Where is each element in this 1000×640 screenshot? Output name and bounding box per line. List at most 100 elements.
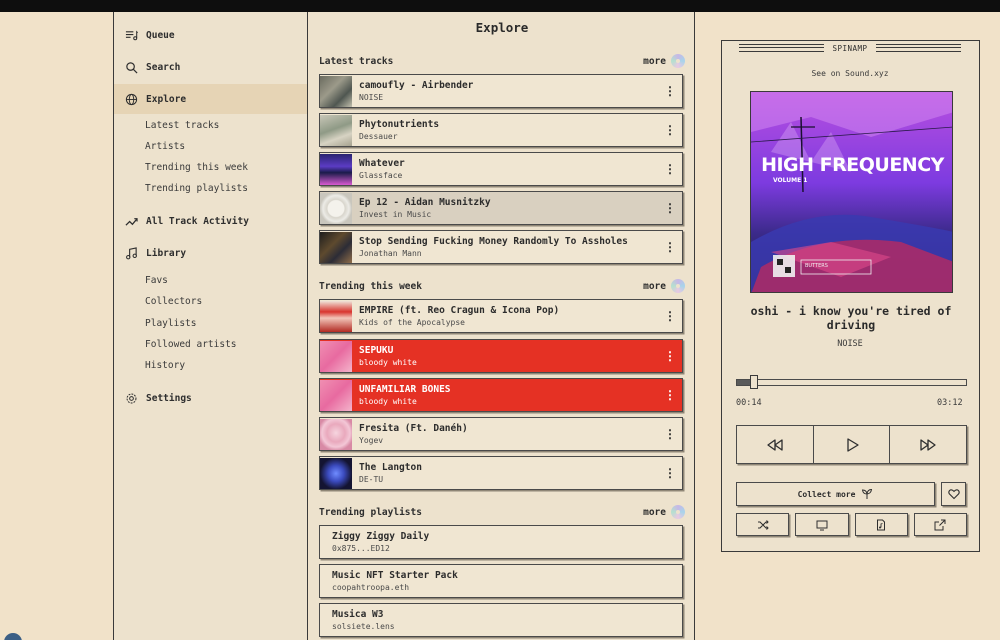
track-title: Phytonutrients: [359, 118, 440, 130]
sub-history[interactable]: History: [145, 360, 185, 376]
music-note-icon: [124, 246, 138, 260]
more-link[interactable]: more: [643, 281, 666, 292]
seek-bar[interactable]: [736, 375, 967, 389]
track-row[interactable]: EMPIRE (ft. Reo Cragun & Icona Pop) Kids …: [319, 299, 683, 333]
track-thumbnail: [320, 231, 352, 263]
player-title: SPINAMP: [832, 43, 868, 53]
more-options-icon[interactable]: ⋮: [658, 457, 682, 489]
now-playing-artist: NOISE: [837, 339, 863, 349]
playlist-row[interactable]: Ziggy Ziggy Daily 0x875...ED12: [319, 525, 683, 559]
track-row-playing[interactable]: UNFAMILIAR BONES bloody white ⋮: [319, 378, 683, 412]
more-options-icon[interactable]: ⋮: [658, 418, 682, 450]
player-widget: SPINAMP See on Sound.xyz HIGH FREQUENCY …: [721, 40, 980, 552]
fast-forward-button[interactable]: [890, 426, 966, 463]
collect-more-button[interactable]: Collect more: [736, 482, 935, 506]
track-title: UNFAMILIAR BONES: [359, 383, 451, 395]
playlist-owner: 0x875...ED12: [332, 543, 390, 553]
more-options-icon[interactable]: ⋮: [658, 379, 682, 411]
see-on-link[interactable]: See on Sound.xyz: [722, 69, 978, 78]
section-title: Trending this week: [319, 280, 422, 292]
trending-week-header: Trending this week more: [319, 278, 685, 294]
track-title: Fresita (Ft. Danéh): [359, 422, 468, 434]
more-playlists[interactable]: more: [643, 505, 685, 519]
queue-icon: [124, 28, 138, 42]
track-artist: Glassface: [359, 170, 403, 180]
cover-badge: BUTTERS: [805, 263, 828, 269]
track-row[interactable]: Whatever Glassface ⋮: [319, 152, 683, 186]
play-button[interactable]: [814, 426, 891, 463]
nav-settings[interactable]: Settings: [114, 383, 307, 413]
sub-followed-artists[interactable]: Followed artists: [145, 339, 237, 355]
track-row[interactable]: Phytonutrients Dessauer ⋮: [319, 113, 683, 147]
sub-favs[interactable]: Favs: [145, 275, 168, 291]
share-button[interactable]: [913, 513, 967, 536]
track-artist: Yogev: [359, 435, 384, 445]
track-thumbnail: [320, 300, 352, 332]
shuffle-button[interactable]: [736, 513, 790, 536]
player-header: SPINAMP: [722, 41, 978, 55]
nav-search-label: Search: [146, 61, 181, 73]
nav-settings-label: Settings: [146, 392, 192, 404]
sub-playlists[interactable]: Playlists: [145, 318, 196, 334]
sprout-icon: [862, 488, 873, 499]
search-icon: [124, 60, 138, 74]
nav-explore[interactable]: Explore: [114, 84, 307, 114]
sub-artists[interactable]: Artists: [145, 141, 185, 157]
more-options-icon[interactable]: ⋮: [658, 153, 682, 185]
more-link[interactable]: more: [643, 507, 666, 518]
transport-controls: [736, 425, 967, 464]
disc-icon: [671, 505, 685, 519]
sub-trending-playlists[interactable]: Trending playlists: [145, 183, 248, 199]
more-trending[interactable]: more: [643, 279, 685, 293]
add-to-playlist-button[interactable]: [854, 513, 908, 536]
more-options-icon[interactable]: ⋮: [658, 192, 682, 224]
playlist-owner: solsiete.lens: [332, 621, 395, 631]
track-artist: bloody white: [359, 396, 417, 406]
more-options-icon[interactable]: ⋮: [658, 75, 682, 107]
sidebar: Queue Search Explore Latest tracks Artis…: [113, 12, 308, 640]
fast-forward-icon: [920, 438, 936, 451]
sub-collectors[interactable]: Collectors: [145, 296, 202, 312]
header-stripes: [739, 44, 825, 52]
sub-latest-tracks[interactable]: Latest tracks: [145, 120, 219, 136]
track-artist: bloody white: [359, 357, 417, 367]
track-row[interactable]: Ep 12 - Aidan Musnitzky Invest in Music ⋮: [319, 191, 683, 225]
gear-icon: [124, 391, 138, 405]
screen-icon: [816, 520, 828, 530]
playlist-row[interactable]: Music NFT Starter Pack coopahtroopa.eth: [319, 564, 683, 598]
rewind-button[interactable]: [737, 426, 814, 463]
track-title: Stop Sending Fucking Money Randomly To A…: [359, 235, 628, 247]
track-row[interactable]: camoufly - Airbender NOISE ⋮: [319, 74, 683, 108]
share-icon: [934, 519, 946, 530]
track-row[interactable]: Fresita (Ft. Danéh) Yogev ⋮: [319, 417, 683, 451]
track-title: The Langton: [359, 461, 422, 473]
cover-volume: VOLUME 1: [773, 177, 808, 184]
track-thumbnail: [320, 192, 352, 224]
nav-library[interactable]: Library: [114, 238, 307, 268]
avatar[interactable]: [4, 633, 22, 640]
sub-trending-week[interactable]: Trending this week: [145, 162, 248, 178]
favorite-button[interactable]: [941, 482, 966, 506]
nav-queue[interactable]: Queue: [114, 20, 307, 50]
track-artist: Jonathan Mann: [359, 248, 422, 258]
nav-all-track-activity[interactable]: All Track Activity: [114, 206, 307, 236]
playlist-owner: coopahtroopa.eth: [332, 582, 410, 592]
playlist-title: Musica W3: [332, 608, 384, 620]
track-row[interactable]: Stop Sending Fucking Money Randomly To A…: [319, 230, 683, 264]
track-row-playing[interactable]: SEPUKU bloody white ⋮: [319, 339, 683, 373]
track-thumbnail: [320, 75, 352, 107]
cast-button[interactable]: [795, 513, 849, 536]
more-options-icon[interactable]: ⋮: [658, 231, 682, 263]
track-row[interactable]: The Langton DE-TU ⋮: [319, 456, 683, 490]
seek-handle[interactable]: [749, 375, 758, 389]
track-artist: NOISE: [359, 92, 384, 102]
more-link[interactable]: more: [643, 56, 666, 67]
more-options-icon[interactable]: ⋮: [658, 300, 682, 332]
more-latest[interactable]: more: [643, 54, 685, 68]
nav-queue-label: Queue: [146, 29, 175, 41]
more-options-icon[interactable]: ⋮: [658, 340, 682, 372]
track-thumbnail: [320, 379, 352, 411]
more-options-icon[interactable]: ⋮: [658, 114, 682, 146]
nav-search[interactable]: Search: [114, 52, 307, 82]
playlist-row[interactable]: Musica W3 solsiete.lens: [319, 603, 683, 637]
